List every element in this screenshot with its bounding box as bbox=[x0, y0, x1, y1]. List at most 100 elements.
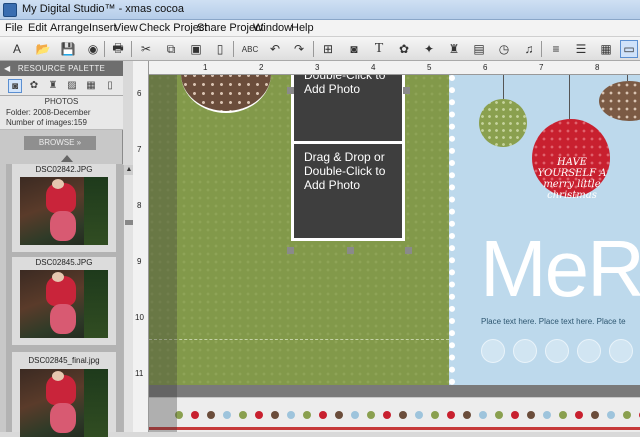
ruler-mark: 10 bbox=[135, 313, 144, 322]
palette-header: ◀ RESOURCE PALETTE bbox=[0, 61, 123, 76]
toolbar-divider bbox=[313, 41, 314, 57]
photo-placeholder-text: Drag & Drop or Double-Click to Add Photo bbox=[304, 75, 386, 96]
record-icon[interactable]: ◉ bbox=[84, 40, 102, 58]
music-icon[interactable]: ♫ bbox=[520, 40, 538, 58]
photos-tab-icon[interactable]: ◙ bbox=[8, 79, 22, 93]
horizontal-ruler: 1 2 3 4 5 6 7 8 bbox=[149, 61, 640, 75]
main-toolbar: A 📂 💾 ◉ 🖶 ✂ ⧉ ▣ ▯ ABC ↶ ↷ ⊞ ◙ T ✿ ✦ ♜ ▤ … bbox=[0, 37, 640, 61]
photo-folder-info: PHOTOS Folder: 2008-December Number of i… bbox=[0, 96, 123, 130]
photo-placeholder-text: Drag & Drop or Double-Click to Add Photo bbox=[304, 150, 386, 192]
grid-icon[interactable]: ▦ bbox=[597, 40, 615, 58]
border-dot bbox=[511, 411, 519, 419]
stamps-tab-icon[interactable]: ♜ bbox=[46, 79, 60, 93]
ruler-mark: 4 bbox=[371, 63, 376, 72]
templates-tab-icon[interactable]: ▯ bbox=[103, 79, 117, 93]
resize-handle[interactable] bbox=[347, 247, 354, 254]
border-dot bbox=[383, 411, 391, 419]
menu-help[interactable]: Help bbox=[291, 22, 314, 34]
resource-palette: ◀ RESOURCE PALETTE ◙ ✿ ♜ ▨ ▦ ▯ PHOTOS Fo… bbox=[0, 61, 123, 437]
border-dot bbox=[559, 411, 567, 419]
project-canvas[interactable]: Drag & Drop or Double-Click to Add Photo… bbox=[149, 75, 640, 432]
resize-handle[interactable] bbox=[403, 87, 410, 94]
menu-window[interactable]: Window bbox=[253, 22, 292, 34]
photo-thumbnail[interactable]: DSC02845_final.jpg bbox=[12, 352, 116, 437]
border-dot bbox=[319, 411, 327, 419]
ornament-string bbox=[503, 75, 504, 99]
photo-thumbnail[interactable]: DSC02842.JPG bbox=[12, 164, 116, 252]
border-dot bbox=[495, 411, 503, 419]
layers-icon[interactable]: ≡ bbox=[547, 40, 565, 58]
border-dot bbox=[607, 411, 615, 419]
menu-edit[interactable]: Edit bbox=[28, 22, 47, 34]
snowflake-icon bbox=[609, 339, 633, 363]
resize-handle[interactable] bbox=[405, 247, 412, 254]
save-icon[interactable]: 💾 bbox=[59, 40, 77, 58]
ruler-mark: 8 bbox=[137, 201, 142, 210]
text-box-icon[interactable]: T bbox=[370, 40, 388, 58]
align-icon[interactable]: ☰ bbox=[572, 40, 590, 58]
scroll-thumb[interactable] bbox=[125, 220, 133, 225]
thumbnail-image bbox=[20, 177, 108, 245]
olive-ornament-embellishment[interactable] bbox=[479, 99, 527, 147]
border-dot bbox=[191, 411, 199, 419]
red-border-line bbox=[149, 427, 640, 430]
section-label: PHOTOS bbox=[44, 97, 79, 106]
scroll-up-arrow-icon[interactable] bbox=[61, 155, 73, 162]
open-folder-icon[interactable]: 📂 bbox=[34, 40, 52, 58]
border-dot bbox=[431, 411, 439, 419]
resize-handle[interactable] bbox=[287, 247, 294, 254]
spellcheck-icon[interactable]: ABC bbox=[239, 40, 261, 58]
border-dot bbox=[447, 411, 455, 419]
border-dot bbox=[271, 411, 279, 419]
palette-tabs: ◙ ✿ ♜ ▨ ▦ ▯ bbox=[0, 76, 123, 96]
border-dot bbox=[463, 411, 471, 419]
copy-icon[interactable]: ⧉ bbox=[162, 40, 180, 58]
palette-scrollbar[interactable]: ▲ bbox=[123, 165, 134, 432]
border-dot bbox=[415, 411, 423, 419]
menu-file[interactable]: File bbox=[5, 22, 23, 34]
stamp-icon[interactable]: ✦ bbox=[420, 40, 438, 58]
preview-icon[interactable]: ▭ bbox=[620, 40, 638, 58]
add-page-icon[interactable]: ⊞ bbox=[319, 40, 337, 58]
paste-icon[interactable]: ▣ bbox=[187, 40, 205, 58]
embellishment-icon[interactable]: ✿ bbox=[395, 40, 413, 58]
text-style-icon[interactable]: A bbox=[8, 40, 26, 58]
resize-handle[interactable] bbox=[287, 87, 294, 94]
folder-label: Folder: 2008-December bbox=[6, 108, 91, 117]
photo-placeholder-top[interactable]: Drag & Drop or Double-Click to Add Photo bbox=[291, 75, 405, 145]
photo-placeholder-selected[interactable]: Drag & Drop or Double-Click to Add Photo bbox=[291, 141, 405, 241]
stamp-tool-icon[interactable]: ♜ bbox=[445, 40, 463, 58]
menu-view[interactable]: View bbox=[114, 22, 138, 34]
film-icon[interactable]: ▤ bbox=[470, 40, 488, 58]
app-icon bbox=[3, 3, 17, 17]
border-dot bbox=[623, 411, 631, 419]
ruler-mark: 7 bbox=[137, 145, 142, 154]
thumbnail-filename: DSC02845_final.jpg bbox=[28, 356, 100, 365]
browse-button[interactable]: BROWSE » bbox=[24, 136, 96, 150]
collapse-arrow-icon[interactable]: ◀ bbox=[4, 61, 10, 76]
papers-tab-icon[interactable]: ▨ bbox=[65, 79, 79, 93]
ornament-string bbox=[569, 75, 570, 119]
ruler-mark: 3 bbox=[315, 63, 320, 72]
placeholder-text[interactable]: Place text here. Place text here. Place … bbox=[481, 317, 626, 326]
border-dot bbox=[575, 411, 583, 419]
border-dot bbox=[527, 411, 535, 419]
photo-thumbnail[interactable]: DSC02845.JPG bbox=[12, 257, 116, 345]
toolbar-divider bbox=[131, 41, 132, 57]
print-icon[interactable]: 🖶 bbox=[109, 40, 127, 58]
ruler-mark: 7 bbox=[539, 63, 544, 72]
embellishments-tab-icon[interactable]: ✿ bbox=[27, 79, 41, 93]
redo-icon[interactable]: ↷ bbox=[290, 40, 308, 58]
merry-title-text[interactable]: MeR bbox=[480, 223, 640, 315]
border-dot bbox=[367, 411, 375, 419]
cut-icon[interactable]: ✂ bbox=[137, 40, 155, 58]
snowflake-icon bbox=[481, 339, 505, 363]
menu-insert[interactable]: Insert bbox=[89, 22, 117, 34]
page-icon[interactable]: ▯ bbox=[211, 40, 229, 58]
photo-box-icon[interactable]: ◙ bbox=[345, 40, 363, 58]
menu-arrange[interactable]: Arrange bbox=[50, 22, 89, 34]
clock-icon[interactable]: ◷ bbox=[495, 40, 513, 58]
undo-icon[interactable]: ↶ bbox=[266, 40, 284, 58]
photo-thumbnail-list: DSC02842.JPG DSC02845.JPG DSC02845_final… bbox=[6, 164, 123, 437]
layouts-tab-icon[interactable]: ▦ bbox=[84, 79, 98, 93]
